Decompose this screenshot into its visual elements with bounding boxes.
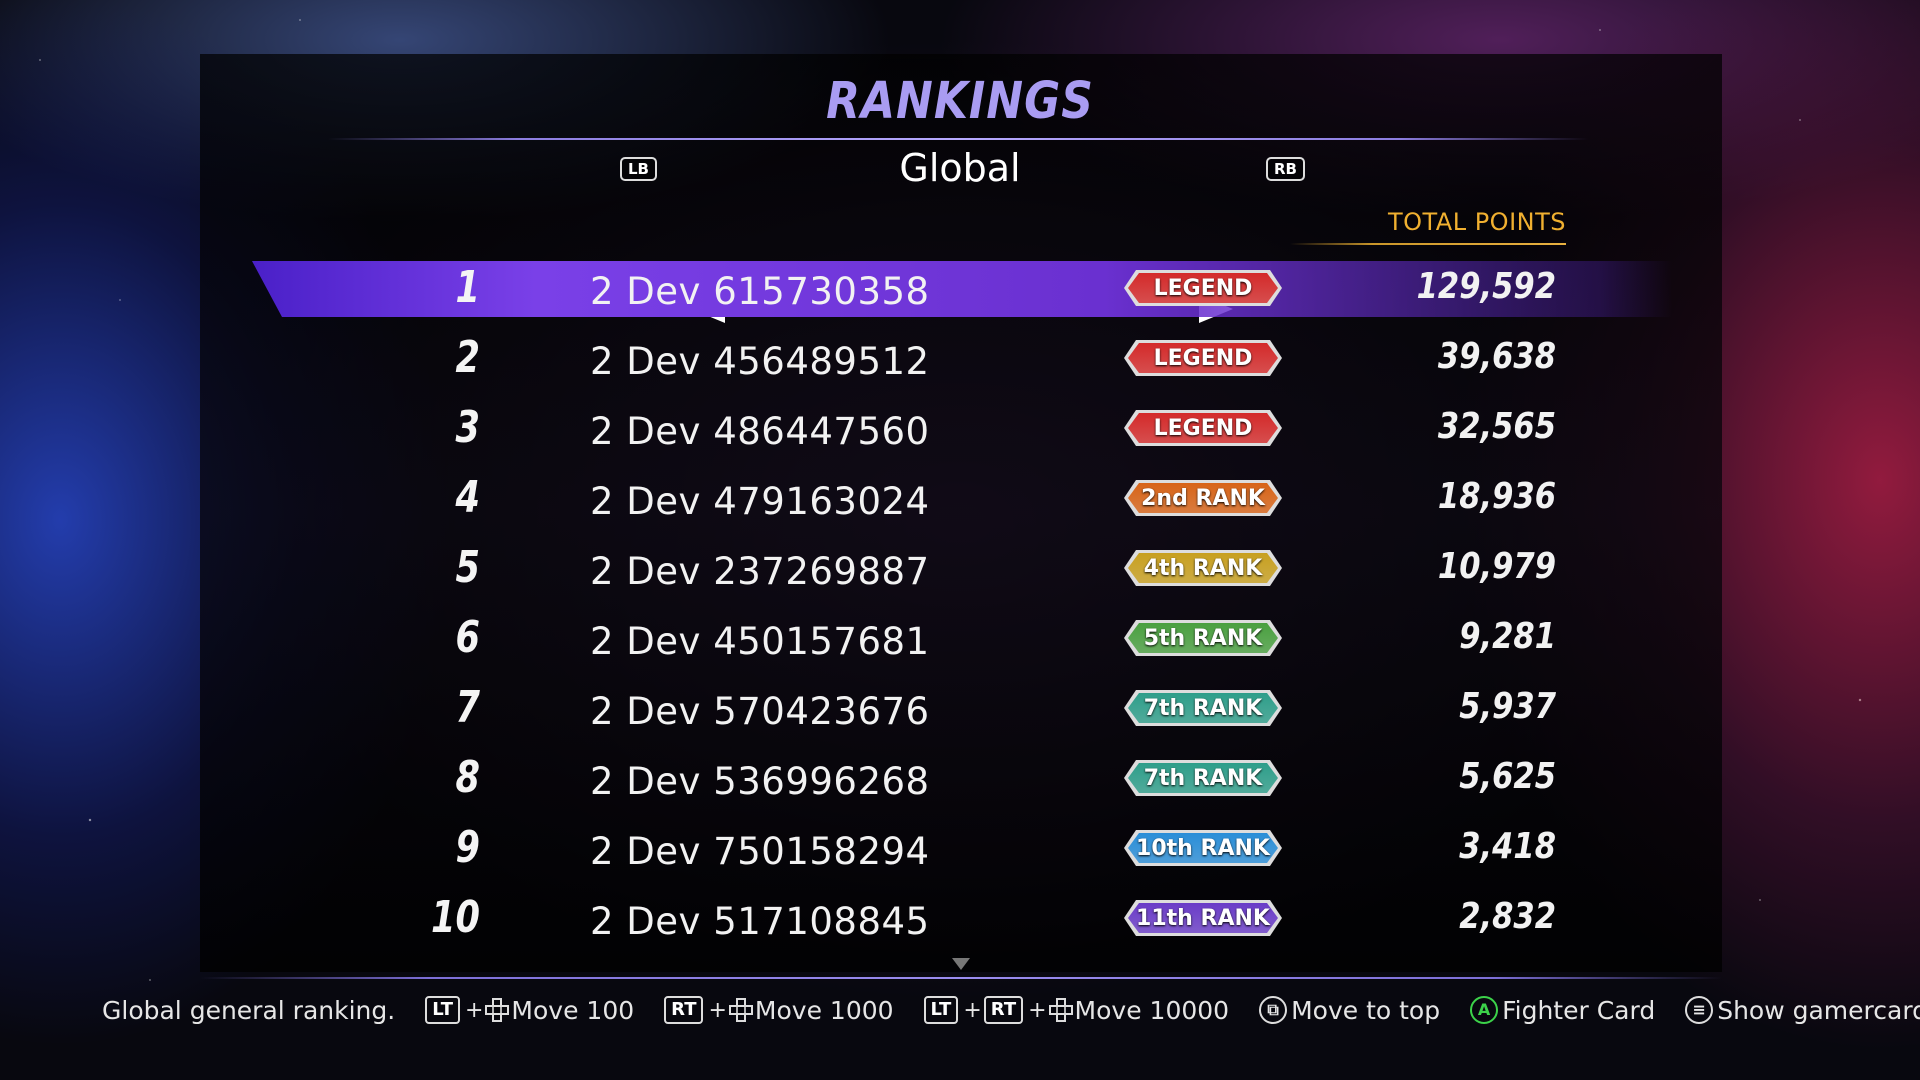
category-label: Global [899, 146, 1021, 190]
rank-number: 10 [431, 892, 480, 943]
menu-button-icon: ≡ [1685, 996, 1714, 1024]
tier-badge: LEGEND [1124, 410, 1282, 446]
rt-button-icon: RT [664, 996, 704, 1024]
lt-button-icon: LT [425, 996, 460, 1024]
total-points: 129,592 [1416, 266, 1556, 307]
rank-number: 5 [455, 542, 481, 593]
header-underline [1290, 243, 1566, 245]
ranking-row[interactable]: 7 2 Dev 570423676 7th RANK 5,937 [0, 680, 1920, 736]
hint-show-gamercard[interactable]: ≡ Show gamercard [1685, 996, 1920, 1025]
tier-badge: 5th RANK [1124, 620, 1282, 656]
dpad-icon [728, 998, 753, 1022]
plus-sign: + [708, 997, 727, 1023]
category-selector[interactable]: LB Global RB [0, 140, 1920, 323]
ranking-row[interactable]: 10 2 Dev 517108845 11th RANK 2,832 [0, 890, 1920, 946]
plus-sign: + [963, 997, 982, 1023]
tier-label: 2nd RANK [1128, 483, 1278, 513]
hint-move-100[interactable]: LT + Move 100 [425, 996, 634, 1025]
ranking-row[interactable]: 4 2 Dev 479163024 2nd RANK 18,936 [0, 470, 1920, 526]
tier-badge: LEGEND [1124, 340, 1282, 376]
rank-number: 1 [455, 262, 481, 313]
rank-number: 2 [455, 332, 481, 383]
a-button-icon: A [1470, 996, 1499, 1024]
rank-number: 8 [455, 752, 481, 803]
lt-button-icon: LT [923, 996, 959, 1024]
player-name: 2 Dev 750158294 [590, 830, 930, 873]
dpad-icon [1048, 998, 1073, 1022]
tier-label: LEGEND [1128, 343, 1278, 373]
ranking-row[interactable]: 2 2 Dev 456489512 LEGEND 39,638 [0, 330, 1920, 386]
view-button-icon: ⧉ [1259, 996, 1288, 1024]
tier-label: LEGEND [1128, 413, 1278, 443]
hint-label: Move 100 [511, 995, 635, 1025]
total-points: 5,937 [1459, 686, 1556, 727]
player-name: 2 Dev 486447560 [590, 410, 930, 453]
total-points-header: TOTAL POINTS [1387, 208, 1566, 236]
player-name: 2 Dev 517108845 [590, 900, 930, 943]
player-name: 2 Dev 536996268 [590, 760, 930, 803]
hint-move-1000[interactable]: RT + Move 1000 [664, 995, 894, 1025]
ranking-row[interactable]: 6 2 Dev 450157681 5th RANK 9,281 [0, 610, 1920, 666]
ranking-row[interactable]: 8 2 Dev 536996268 7th RANK 5,625 [0, 750, 1920, 806]
footer-divider [200, 977, 1722, 979]
player-name: 2 Dev 479163024 [590, 480, 930, 523]
button-hints-bar: Global general ranking. LT + Move 100 RT + M… [102, 993, 1920, 1027]
tier-label: 7th RANK [1128, 763, 1278, 793]
rank-number: 6 [455, 612, 481, 663]
tier-label: LEGEND [1128, 273, 1278, 303]
description-text: Global general ranking. [102, 995, 396, 1025]
total-points: 32,565 [1437, 406, 1556, 447]
tier-badge: 4th RANK [1124, 550, 1282, 586]
tier-label: 5th RANK [1128, 623, 1278, 653]
ranking-row[interactable]: 3 2 Dev 486447560 LEGEND 32,565 [0, 400, 1920, 456]
tier-badge: 2nd RANK [1124, 480, 1282, 516]
total-points: 10,979 [1437, 546, 1556, 587]
tier-badge: 7th RANK [1124, 760, 1282, 796]
tier-label: 7th RANK [1128, 693, 1278, 723]
rb-button-icon[interactable]: RB [1266, 157, 1305, 181]
tier-badge: 7th RANK [1124, 690, 1282, 726]
total-points: 2,832 [1459, 896, 1556, 937]
hint-fighter-card[interactable]: A Fighter Card [1470, 996, 1655, 1025]
player-name: 2 Dev 237269887 [590, 550, 930, 593]
total-points: 5,625 [1459, 756, 1556, 797]
hint-move-10000[interactable]: LT + RT + Move 10000 [923, 995, 1230, 1025]
rt-button-icon: RT [983, 996, 1024, 1024]
player-name: 2 Dev 456489512 [590, 340, 930, 383]
plus-sign: + [1028, 997, 1047, 1023]
total-points: 3,418 [1459, 826, 1556, 867]
hint-label: Fighter Card [1502, 995, 1656, 1025]
lb-button-icon[interactable]: LB [620, 157, 657, 181]
ranking-description: Global general ranking. [102, 996, 395, 1025]
tier-label: 4th RANK [1128, 553, 1278, 583]
rank-number: 7 [455, 682, 481, 733]
tier-badge: 10th RANK [1124, 830, 1282, 866]
rank-number: 3 [455, 402, 481, 453]
total-points: 9,281 [1459, 616, 1556, 657]
player-name: 2 Dev 615730358 [590, 270, 930, 313]
total-points: 18,936 [1437, 476, 1556, 517]
hint-label: Move 10000 [1074, 995, 1230, 1025]
rank-number: 4 [455, 472, 481, 523]
player-name: 2 Dev 450157681 [590, 620, 930, 663]
ranking-row[interactable]: 1 2 Dev 615730358 LEGEND 129,592 [0, 260, 1920, 317]
ranking-row[interactable]: 9 2 Dev 750158294 10th RANK 3,418 [0, 820, 1920, 876]
player-name: 2 Dev 570423676 [590, 690, 930, 733]
tier-label: 11th RANK [1128, 903, 1278, 933]
hint-label: Show gamercard [1717, 995, 1920, 1025]
tier-badge: LEGEND [1124, 270, 1282, 306]
ranking-row[interactable]: 5 2 Dev 237269887 4th RANK 10,979 [0, 540, 1920, 596]
hint-label: Move to top [1291, 995, 1441, 1025]
dpad-icon [485, 998, 510, 1022]
tier-label: 10th RANK [1128, 833, 1278, 863]
tier-badge: 11th RANK [1124, 900, 1282, 936]
page-title: RANKINGS [826, 72, 1094, 131]
plus-sign: + [464, 997, 484, 1023]
hint-move-to-top[interactable]: ⧉ Move to top [1259, 996, 1440, 1025]
scroll-down-icon[interactable] [952, 958, 970, 970]
hint-label: Move 1000 [754, 995, 894, 1025]
total-points: 39,638 [1437, 336, 1556, 377]
rank-number: 9 [455, 822, 481, 873]
